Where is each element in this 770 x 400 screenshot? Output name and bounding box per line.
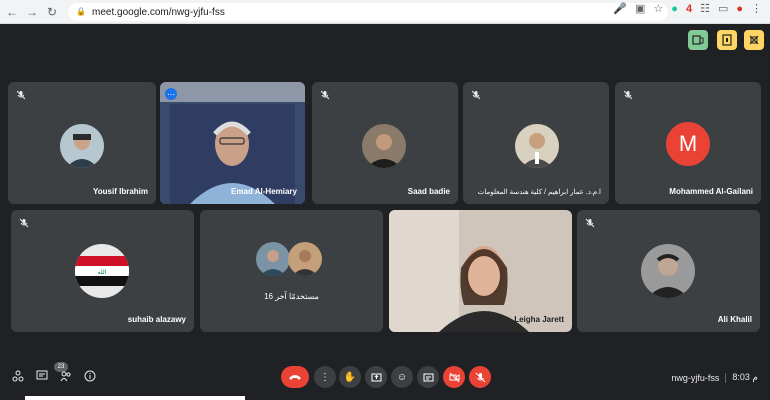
mic-icon[interactable]: 🎤 xyxy=(613,2,627,15)
divider xyxy=(725,372,727,383)
participant-name: Yousif Ibrahim xyxy=(93,187,148,196)
participant-video xyxy=(160,82,305,204)
meeting-code: nwg-yjfu-fss xyxy=(671,372,720,383)
participant-name: ا.م.د. عمار ابراهيم / كلية هندسة المعلوم… xyxy=(477,189,601,196)
more-options-button[interactable]: ⋮ xyxy=(314,366,336,388)
lock-icon: 🔒 xyxy=(76,7,86,16)
camera-off-button[interactable] xyxy=(443,366,465,388)
svg-text:الله: الله xyxy=(98,269,107,276)
participant-name: Leigha Jarett xyxy=(514,315,564,324)
sidepanel-icon[interactable]: ▭ xyxy=(718,2,728,15)
browser-actions: 🎤 ▣ ☆ ● 4 ☷ ▭ ● ⋮ xyxy=(613,2,762,16)
muted-mic-icon xyxy=(623,90,633,100)
star-icon[interactable]: ☆ xyxy=(653,2,663,15)
host-controls-icon[interactable] xyxy=(717,30,737,50)
extension-badge-icon[interactable]: 4 xyxy=(686,3,692,15)
mic-off-button[interactable] xyxy=(469,366,491,388)
avatar xyxy=(60,124,104,168)
participant-tile[interactable]: ا.م.د. عمار ابراهيم / كلية هندسة المعلوم… xyxy=(463,82,609,204)
reactions-button[interactable]: ☺ xyxy=(391,366,413,388)
meeting-info: nwg-yjfu-fss 8:03 م xyxy=(671,372,758,383)
muted-mic-icon xyxy=(471,90,481,100)
flag-avatar: الله xyxy=(75,244,129,298)
participant-tile-speaking[interactable]: ⋯ Emad Al-Hemiary xyxy=(160,82,305,204)
others-tile[interactable]: 16 مستخدمًا آخر xyxy=(200,210,383,332)
people-icon[interactable] xyxy=(59,369,73,383)
url-text: meet.google.com/nwg-yjfu-fss xyxy=(92,6,225,18)
clock: 8:03 م xyxy=(732,372,758,382)
camera-icon[interactable]: ▣ xyxy=(635,2,645,15)
participant-name: Saad badie xyxy=(407,187,450,196)
more-options-icon[interactable]: ⋯ xyxy=(165,88,177,100)
profile-avatar-icon[interactable]: ● xyxy=(736,3,743,15)
participant-tile[interactable]: Ali Khalil xyxy=(577,210,760,332)
muted-mic-icon xyxy=(16,90,26,100)
browser-toolbar: ← → ↻ ⌂ 🔒 meet.google.com/nwg-yjfu-fss 🎤… xyxy=(0,0,770,24)
recording-icon[interactable] xyxy=(744,30,764,50)
participant-tile[interactable]: Yousif Ibrahim xyxy=(8,82,156,204)
present-button[interactable] xyxy=(365,366,387,388)
info-icon[interactable] xyxy=(83,369,97,383)
muted-mic-icon xyxy=(19,218,29,228)
others-count-label: 16 مستخدمًا آخر xyxy=(264,292,319,301)
grammarly-icon[interactable]: ● xyxy=(671,3,678,15)
avatar xyxy=(515,124,559,168)
participant-name: suhaib alazawy xyxy=(127,315,186,324)
participant-tile[interactable]: Leigha Jarett xyxy=(389,210,572,332)
taskbar-edge xyxy=(25,396,245,400)
leave-call-button[interactable] xyxy=(281,366,309,388)
avatar xyxy=(256,242,290,276)
participant-tile[interactable]: Saad badie xyxy=(312,82,458,204)
participant-tile[interactable]: الله suhaib alazawy xyxy=(11,210,194,332)
activities-icon[interactable] xyxy=(11,369,25,383)
participant-video xyxy=(389,210,572,332)
avatar xyxy=(641,244,695,298)
forward-icon[interactable]: → xyxy=(24,4,40,20)
avatar xyxy=(362,124,406,168)
reload-icon[interactable]: ↻ xyxy=(44,4,60,20)
puzzle-icon[interactable]: ☷ xyxy=(700,2,710,15)
captions-button[interactable] xyxy=(417,366,439,388)
kebab-menu-icon[interactable]: ⋮ xyxy=(751,2,762,15)
raise-hand-button[interactable]: ✋ xyxy=(339,366,361,388)
avatar-letter: M xyxy=(666,122,710,166)
participant-name: Emad Al-Hemiary xyxy=(231,187,297,196)
participant-name: Ali Khalil xyxy=(717,315,752,324)
participant-name: Mohammed Al-Gailani xyxy=(669,187,753,196)
chat-icon[interactable] xyxy=(35,369,49,383)
companion-mode-icon[interactable] xyxy=(688,30,708,50)
muted-mic-icon xyxy=(585,218,595,228)
back-icon[interactable]: ← xyxy=(4,4,20,20)
address-bar[interactable]: 🔒 meet.google.com/nwg-yjfu-fss xyxy=(68,3,668,21)
muted-mic-icon xyxy=(320,90,330,100)
avatar xyxy=(288,242,322,276)
participant-tile[interactable]: M Mohammed Al-Gailani xyxy=(615,82,761,204)
